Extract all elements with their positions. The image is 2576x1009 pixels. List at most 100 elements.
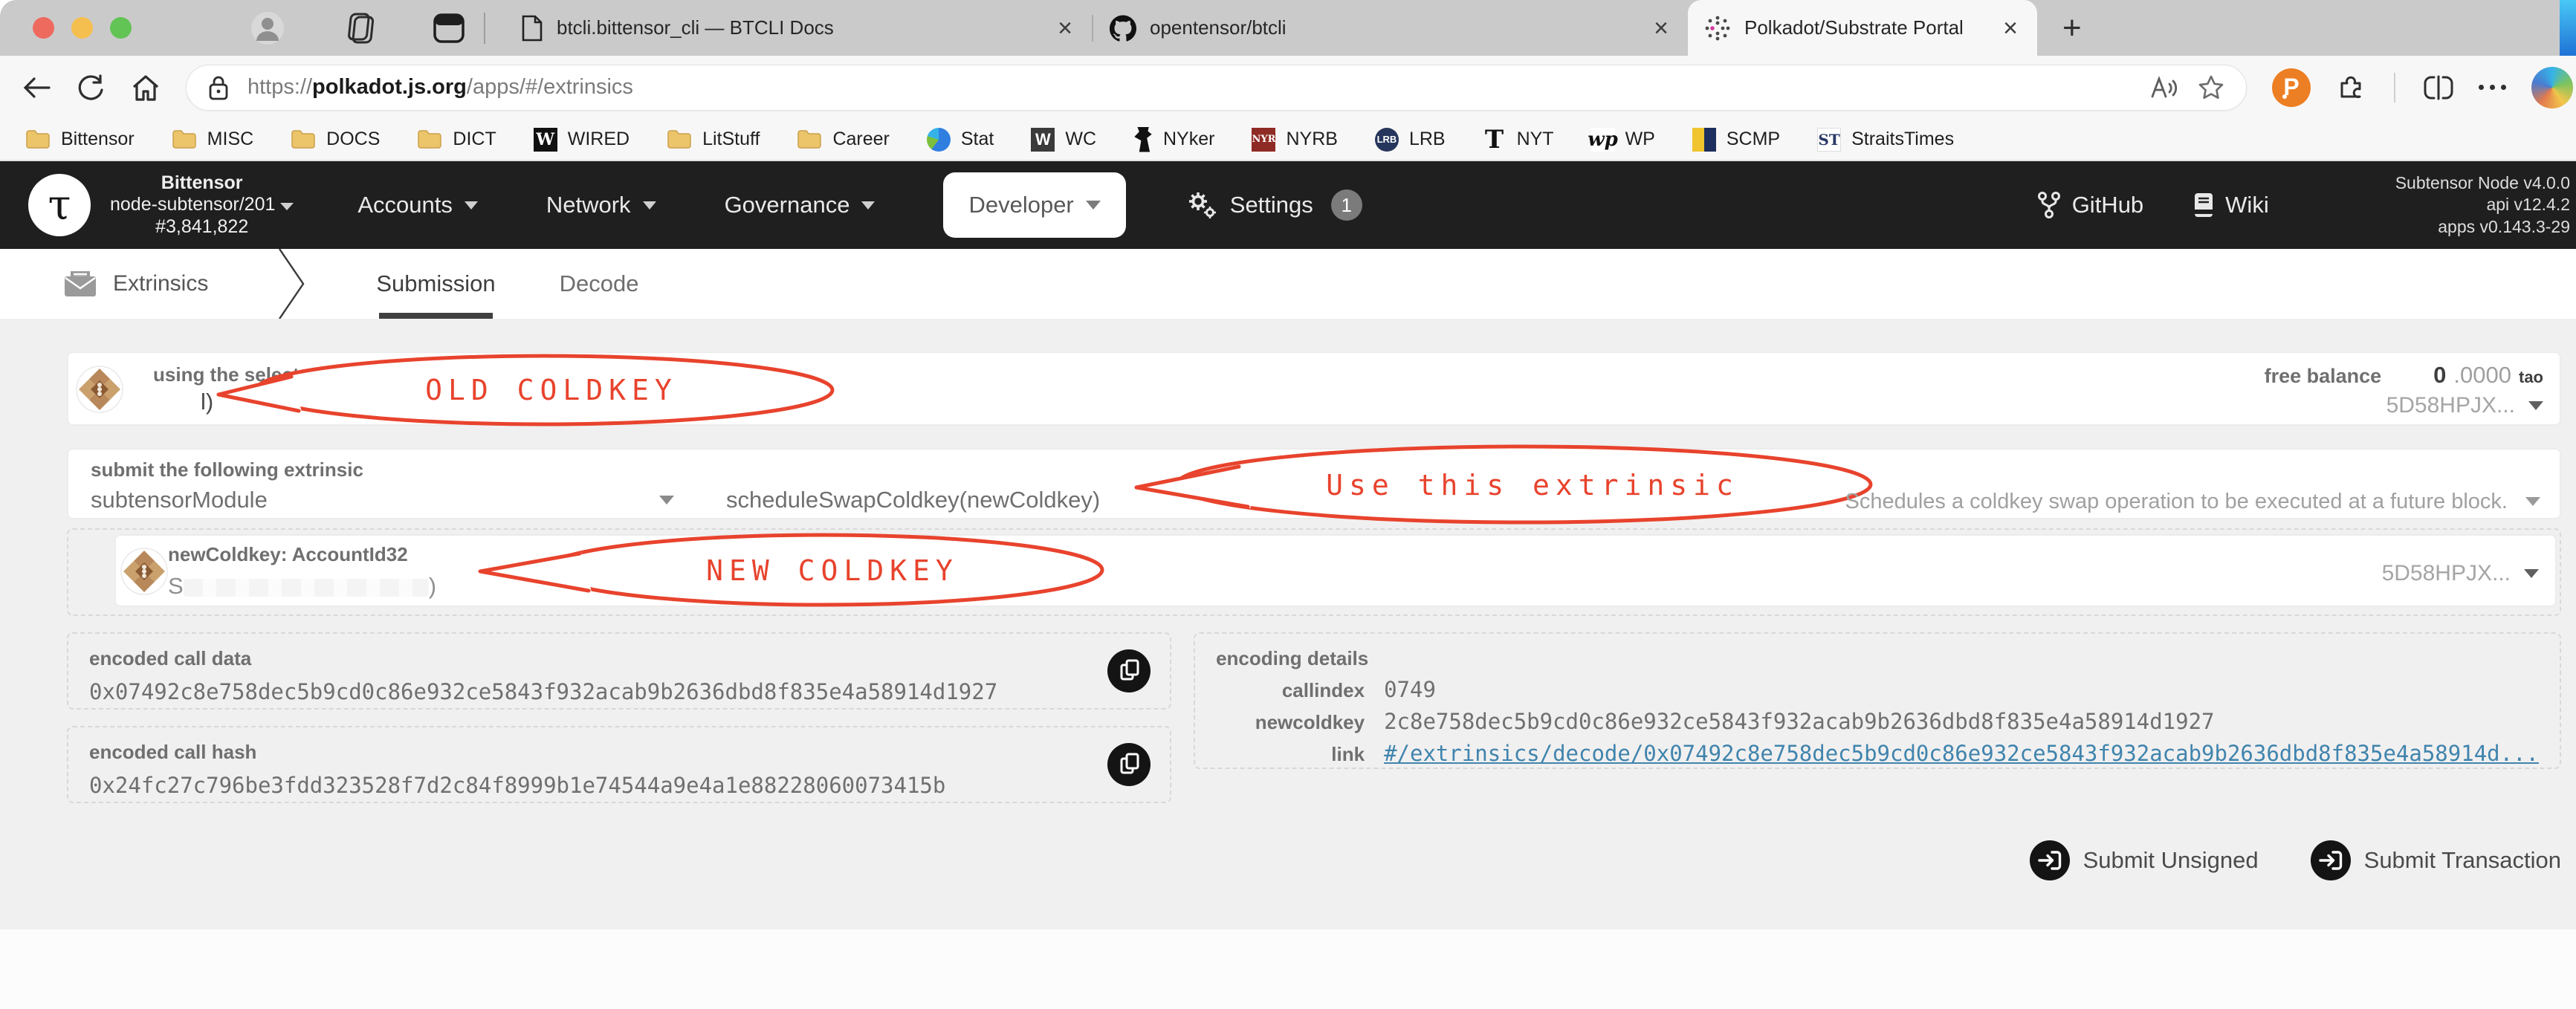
param-address-short: 5D58HPJX...: [2381, 561, 2511, 585]
tab-decode[interactable]: Decode: [560, 249, 639, 319]
bookmark-lrb[interactable]: LRB LRB: [1374, 127, 1446, 152]
newyorker-icon: [1134, 126, 1152, 152]
menu-accounts[interactable]: Accounts: [357, 192, 478, 218]
bookmark-stat[interactable]: Stat: [926, 127, 994, 152]
copy-icon[interactable]: [1107, 743, 1151, 786]
bookmark-career[interactable]: Career: [797, 129, 890, 150]
url-text[interactable]: https://polkadot.js.org/apps/#/extrinsic…: [247, 75, 2130, 100]
bookmark-wired[interactable]: W WIRED: [533, 127, 630, 152]
module-dropdown[interactable]: subtensorModule: [91, 487, 268, 513]
newcoldkey-identicon[interactable]: [120, 548, 168, 595]
version-info: Subtensor Node v4.0.0 api v12.4.2 apps v…: [2395, 172, 2570, 236]
wc-icon: W: [1031, 127, 1055, 152]
bookmark-wc[interactable]: W WC: [1031, 127, 1096, 152]
menu-settings[interactable]: Settings 1: [1185, 189, 1362, 221]
bookmark-docs[interactable]: DOCS: [291, 129, 380, 150]
chevron-down-icon[interactable]: [659, 496, 674, 504]
decode-link[interactable]: #/extrinsics/decode/0x07492c8e758dec5b9c…: [1384, 741, 2539, 766]
github-link[interactable]: GitHub: [2036, 190, 2143, 220]
block-number: #3,841,822: [155, 215, 249, 237]
submit-transaction-button[interactable]: Submit Transaction: [2310, 840, 2561, 880]
tab-polkadot-portal[interactable]: Polkadot/Substrate Portal ×: [1688, 0, 2037, 56]
copilot-icon[interactable]: [2531, 66, 2573, 108]
bookmark-bittensor[interactable]: Bittensor: [25, 129, 135, 150]
bookmark-nyrb[interactable]: NYR NYRB: [1252, 127, 1338, 152]
folder-icon: [172, 130, 196, 149]
encoded-call-data-box: encoded call data 0x07492c8e758dec5b9cd0…: [67, 632, 1172, 710]
home-icon[interactable]: [131, 74, 161, 102]
annotation-new-coldkey: NEW COLDKEY: [478, 533, 1104, 607]
polkadot-icon: [1704, 15, 1731, 42]
chevron-down-icon: [861, 201, 876, 210]
reader-mode-icon[interactable]: [2148, 74, 2179, 101]
menu-network[interactable]: Network: [546, 192, 656, 218]
menu-developer[interactable]: Developer: [943, 172, 1126, 238]
bookmark-scmp[interactable]: SCMP: [1692, 127, 1780, 152]
redaction-smudge: [183, 578, 429, 597]
bookmark-dict[interactable]: DICT: [417, 129, 496, 150]
newcoldkey-param-row[interactable]: newColdkey: AccountId32 S) NEW COLDKEY 5…: [114, 533, 2557, 607]
tab-submission[interactable]: Submission: [376, 249, 496, 319]
tab-overview-icon[interactable]: [343, 11, 375, 45]
sidebar-toggle-icon[interactable]: [433, 13, 465, 43]
chevron-down-icon: [2524, 569, 2539, 578]
node-info[interactable]: Bittensor node-subtensor/201 #3,841,822: [110, 172, 294, 239]
chevron-down-icon: [642, 201, 656, 210]
split-screen-icon[interactable]: [2424, 75, 2453, 100]
account-dropdown[interactable]: 5D58HPJX...: [2386, 393, 2543, 418]
submit-unsigned-button[interactable]: Submit Unsigned: [2029, 840, 2259, 880]
scmp-icon: [1692, 127, 1716, 152]
menu-governance[interactable]: Governance: [725, 192, 876, 218]
back-icon[interactable]: [22, 75, 52, 100]
param-account-dropdown[interactable]: 5D58HPJX...: [2382, 561, 2539, 586]
account-select-row[interactable]: using the selected account l) OLD COLDKE…: [67, 351, 2561, 426]
tab-btcli-docs[interactable]: btcli.bittensor_cli — BTCLI Docs ×: [505, 0, 1092, 56]
params-container: newColdkey: AccountId32 S) NEW COLDKEY 5…: [67, 528, 2561, 616]
address-bar[interactable]: https://polkadot.js.org/apps/#/extrinsic…: [186, 64, 2247, 111]
copilot-edge-strip[interactable]: [2560, 0, 2576, 56]
bookmark-wp[interactable]: wp WP: [1588, 127, 1655, 152]
folder-icon: [418, 130, 442, 149]
fork-icon: [2037, 192, 2060, 218]
zoom-window-button[interactable]: [110, 17, 132, 39]
account-identicon[interactable]: [76, 366, 123, 413]
divider: [2394, 72, 2395, 103]
account-label: using the selected account: [153, 363, 401, 386]
tab-opentensor-btcli[interactable]: opentensor/btcli ×: [1093, 0, 1688, 56]
extrinsic-description: Schedules a coldkey swap operation to be…: [1845, 490, 2508, 513]
bookmark-nyker[interactable]: NYker: [1133, 126, 1214, 152]
svg-text:NEW COLDKEY: NEW COLDKEY: [706, 554, 959, 587]
book-icon: [2195, 193, 2213, 217]
close-window-button[interactable]: [33, 17, 54, 39]
minimize-window-button[interactable]: [71, 17, 93, 39]
browser-window: btcli.bittensor_cli — BTCLI Docs × opent…: [0, 0, 2576, 1009]
favorite-star-icon[interactable]: [2197, 74, 2225, 101]
bookmark-nyt[interactable]: T NYT: [1483, 125, 1554, 155]
bookmark-litstuff[interactable]: LitStuff: [667, 129, 760, 150]
reload-icon[interactable]: [77, 74, 106, 102]
method-dropdown[interactable]: scheduleSwapColdkey(newColdkey): [726, 487, 1100, 513]
bookmark-misc[interactable]: MISC: [172, 129, 253, 150]
envelope-icon: [65, 271, 96, 296]
polkadot-extension-icon[interactable]: P: [2272, 68, 2311, 107]
close-tab-icon[interactable]: ×: [2000, 16, 2021, 41]
extensions-puzzle-icon[interactable]: [2336, 73, 2366, 103]
folder-icon: [291, 130, 315, 149]
profile-avatar-icon[interactable]: [250, 11, 285, 45]
account-address-short: 5D58HPJX...: [2386, 393, 2515, 418]
bookmark-straitstimes[interactable]: ST StraitsTimes: [1817, 127, 1954, 152]
document-icon: [521, 15, 543, 42]
copy-icon[interactable]: [1107, 649, 1151, 692]
close-tab-icon[interactable]: ×: [1651, 16, 1672, 41]
encoded-call-hash-value: 0x24fc27c796be3fdd323528f7d2c84f8999b1e7…: [89, 773, 946, 798]
close-tab-icon[interactable]: ×: [1055, 16, 1075, 41]
bittensor-logo[interactable]: τ: [28, 174, 91, 236]
new-tab-button[interactable]: +: [2062, 10, 2082, 47]
page-title: Extrinsics: [113, 271, 209, 296]
chevron-down-icon[interactable]: [2525, 497, 2540, 506]
sign-in-icon: [2310, 840, 2351, 880]
more-menu-icon[interactable]: [2479, 85, 2506, 90]
balance-int: 0: [2433, 362, 2447, 388]
straitstimes-icon: ST: [1817, 127, 1842, 152]
wiki-link[interactable]: Wiki: [2192, 192, 2269, 218]
